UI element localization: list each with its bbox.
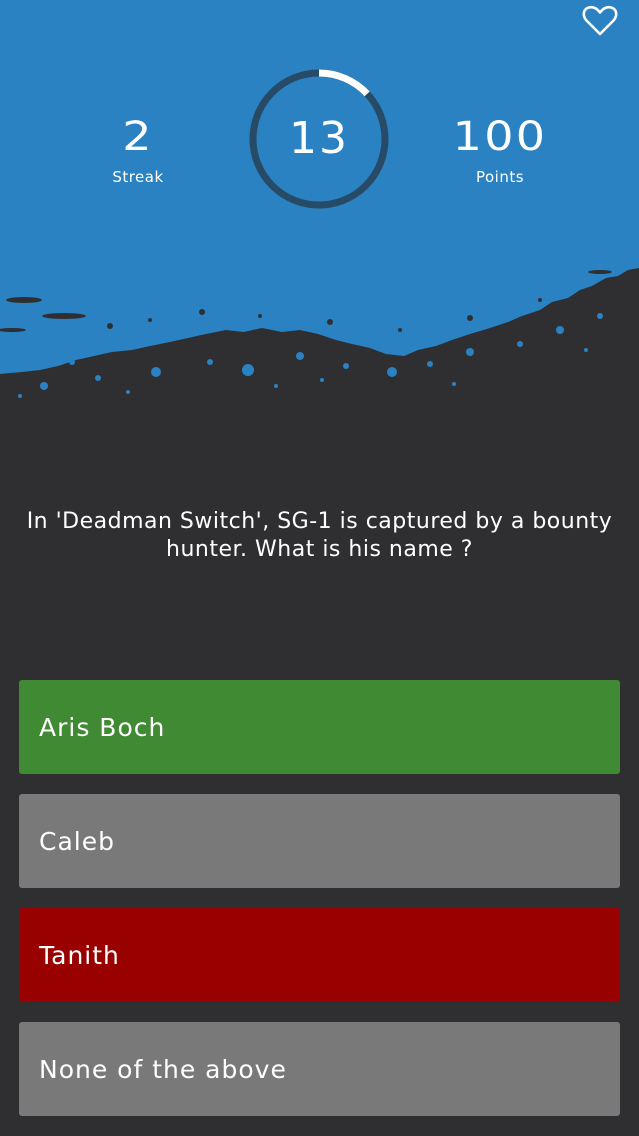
answer-option[interactable]: Aris Boch <box>19 680 620 774</box>
heart-outline-icon <box>582 5 618 36</box>
answer-option[interactable]: None of the above <box>19 1022 620 1116</box>
answer-option[interactable]: Tanith <box>19 908 620 1002</box>
streak-stat: 2 Streak <box>58 114 218 186</box>
countdown-timer: 13 <box>248 68 390 210</box>
answer-label: Tanith <box>39 940 120 970</box>
answer-label: Aris Boch <box>39 712 166 742</box>
answer-label: Caleb <box>39 826 115 856</box>
answer-label: None of the above <box>39 1054 287 1084</box>
answer-option[interactable]: Caleb <box>19 794 620 888</box>
timer-value: 13 <box>289 113 349 164</box>
points-value: 100 <box>452 114 548 160</box>
streak-label: Streak <box>112 168 164 186</box>
points-stat: 100 Points <box>420 114 580 186</box>
answer-list: Aris Boch Caleb Tanith None of the above <box>19 680 620 1136</box>
header: 2 Streak 13 100 Points <box>0 0 639 420</box>
question-text: In 'Deadman Switch', SG-1 is captured by… <box>26 509 613 562</box>
streak-value: 2 <box>122 114 154 160</box>
favorite-button[interactable] <box>580 3 620 39</box>
points-label: Points <box>475 168 525 186</box>
